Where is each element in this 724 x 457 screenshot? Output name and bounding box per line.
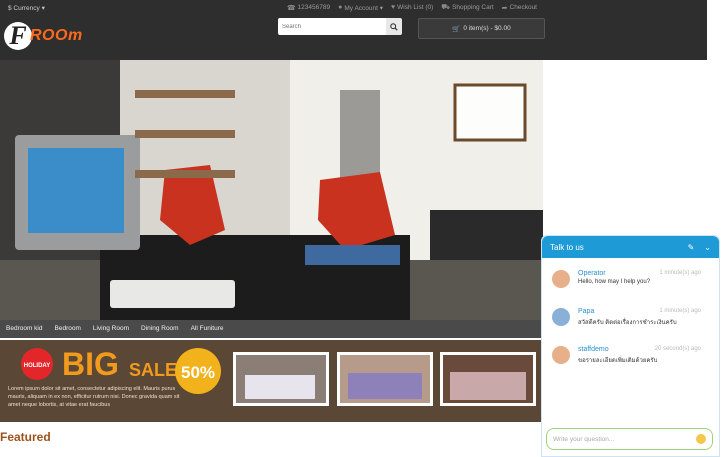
message-time: 20 second(s) ago: [654, 346, 701, 352]
avatar: [552, 308, 570, 326]
heart-icon: ♥: [391, 4, 396, 11]
wish-list-text: Wish List (0): [397, 4, 434, 11]
holiday-badge: HOLIDAY: [24, 363, 50, 369]
message-text: Hello, how may I help you?: [578, 279, 651, 285]
menu-item-bedroom-kid[interactable]: Bedroom kid: [0, 320, 49, 338]
site-logo[interactable]: F ROOm: [4, 22, 83, 50]
shopping-cart-text: Shopping Cart: [452, 4, 494, 11]
currency-dropdown[interactable]: $ Currency ▾: [8, 4, 45, 12]
message-text: สวัสดีครับ ติดต่อเรื่องการชำระเงินครับ: [578, 320, 677, 326]
site-header: $ Currency ▾ ☎ 123456789 ● My Account ▾ ♥ W…: [0, 0, 707, 60]
cart-label: 0 item(s) - $0.00: [463, 25, 511, 32]
cart-button[interactable]: 🛒 0 item(s) - $0.00: [418, 18, 545, 39]
top-links: ☎ 123456789 ● My Account ▾ ♥ Wish List (0) …: [287, 3, 537, 12]
search-input[interactable]: [278, 18, 386, 35]
featured-heading: Featured: [0, 430, 51, 444]
my-account-text: My Account ▾: [344, 4, 383, 12]
phone-icon: ☎: [286, 4, 296, 12]
chat-input[interactable]: Write your question...: [546, 428, 713, 450]
cart-icon: 🛒: [452, 25, 461, 33]
wish-list-link[interactable]: ♥ Wish List (0): [391, 3, 433, 12]
chevron-down-icon[interactable]: ⌄: [704, 243, 711, 252]
chat-widget: Talk to us ✎ ⌄ Operator Hello, how may I…: [541, 235, 720, 457]
menu-item-living-room[interactable]: Living Room: [87, 320, 135, 338]
checkout-link[interactable]: ➦ Checkout: [502, 3, 537, 12]
chat-message: Operator Hello, how may I help you? 1 mi…: [542, 264, 719, 302]
share-icon: ➦: [501, 4, 508, 12]
sale-banner[interactable]: HOLIDAY BIG SALE 50% Lorem ipsum dolor s…: [0, 340, 543, 422]
top-nav: $ Currency ▾ ☎ 123456789 ● My Account ▾ ♥ W…: [0, 0, 707, 14]
phone-link[interactable]: ☎ 123456789: [287, 3, 330, 12]
big-text: BIG: [62, 346, 119, 382]
chat-message: staffdemo ขอรายละเอียดเพิ่มเติมด้วยครับ …: [542, 340, 719, 378]
menu-item-dining-room[interactable]: Dining Room: [135, 320, 185, 338]
search-icon: [390, 22, 398, 31]
logo-text: ROOm: [30, 27, 83, 44]
percent-badge: 50%: [181, 363, 215, 382]
living-room-photo: [0, 60, 543, 320]
checkout-text: Checkout: [509, 4, 537, 11]
cart-icon: ⛟: [441, 4, 451, 11]
hero-image: [0, 60, 543, 320]
sale-banner-art: HOLIDAY BIG SALE 50%: [0, 340, 543, 422]
chat-input-placeholder: Write your question...: [553, 435, 615, 443]
user-icon: ●: [338, 4, 343, 11]
shopping-cart-link[interactable]: ⛟ Shopping Cart: [441, 3, 493, 12]
menu-item-bedroom[interactable]: Bedroom: [49, 320, 87, 338]
my-account-link[interactable]: ● My Account ▾: [338, 3, 383, 12]
avatar: [552, 270, 570, 288]
chat-header[interactable]: Talk to us ✎ ⌄: [542, 236, 719, 258]
logo-mark: F: [4, 22, 32, 50]
phone-text: 123456789: [297, 4, 331, 11]
message-text: ขอรายละเอียดเพิ่มเติมด้วยครับ: [578, 358, 658, 364]
category-menu: Bedroom kid Bedroom Living Room Dining R…: [0, 320, 543, 338]
chat-message: Papa สวัสดีครับ ติดต่อเรื่องการชำระเงินค…: [542, 302, 719, 340]
avatar: [552, 346, 570, 364]
menu-item-all-furniture[interactable]: All Funiture: [185, 320, 230, 338]
smile-icon[interactable]: [696, 434, 706, 444]
search-button[interactable]: [386, 18, 402, 35]
search-bar: [278, 18, 402, 35]
chat-title: Talk to us: [550, 242, 584, 252]
banner-description: Lorem ipsum dolor sit amet, consectetur …: [8, 386, 180, 408]
wrench-icon[interactable]: ✎: [688, 243, 695, 252]
sale-text: SALE: [129, 360, 177, 380]
message-time: 1 minute(s) ago: [659, 308, 701, 314]
message-time: 1 minute(s) ago: [659, 270, 701, 276]
